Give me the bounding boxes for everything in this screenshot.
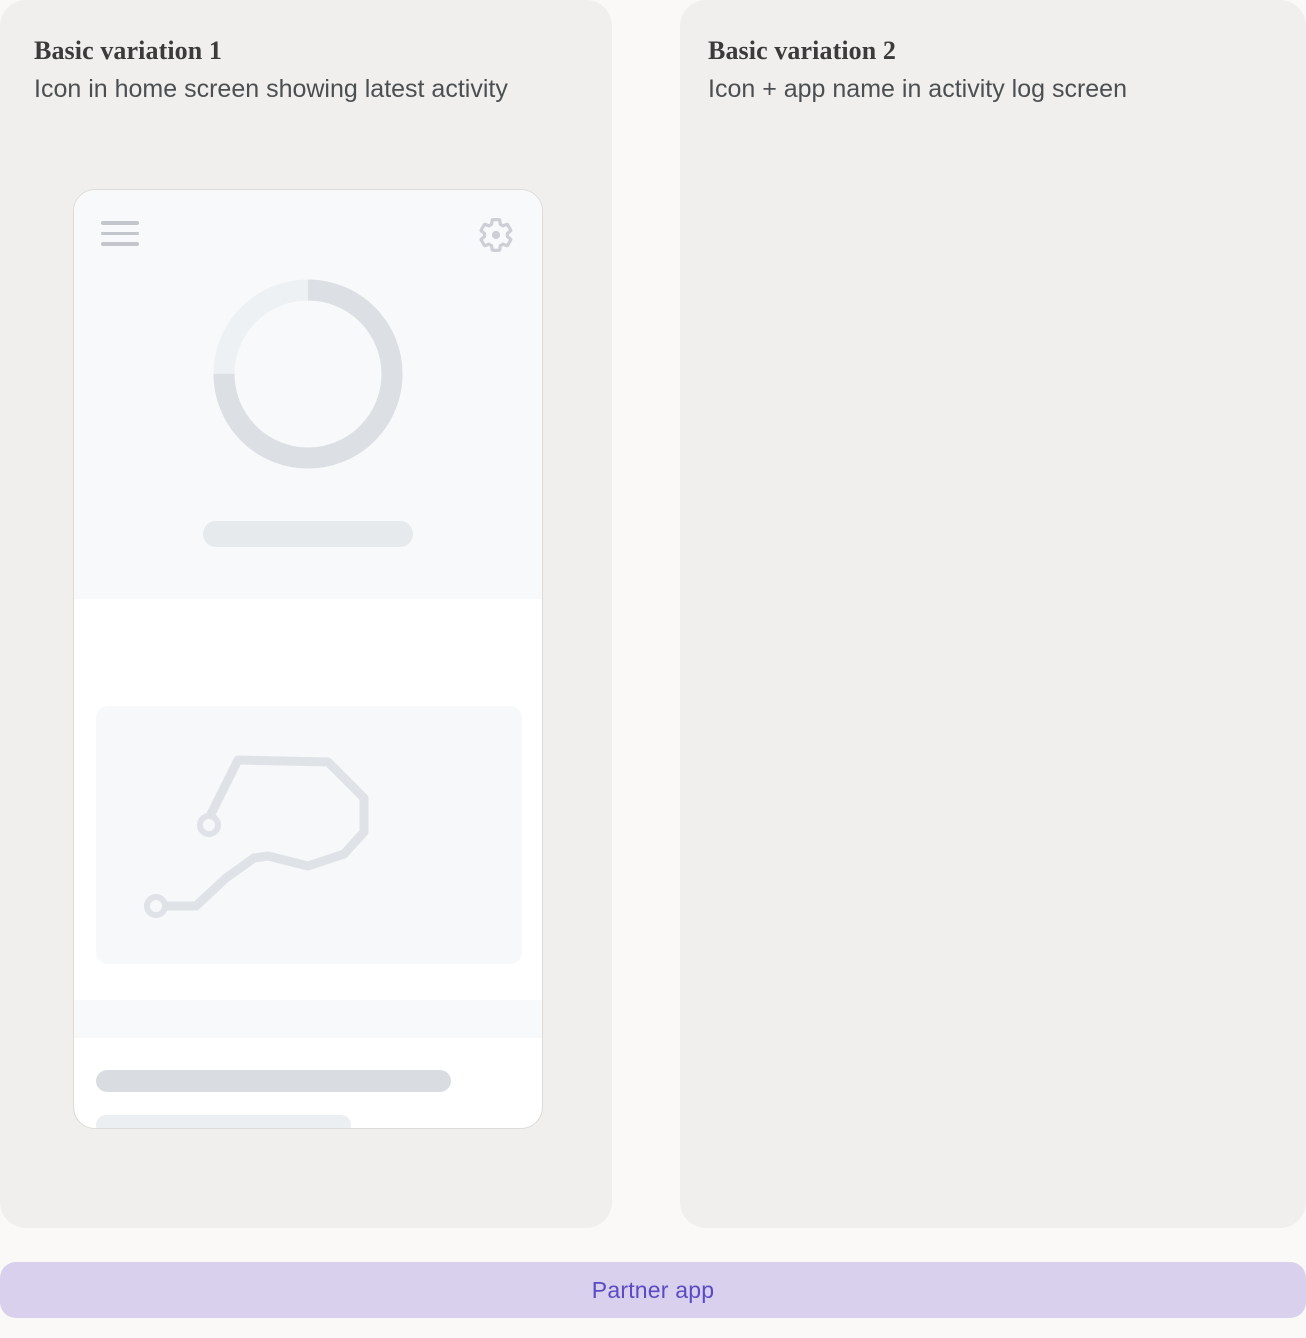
partner-app-label: Partner app	[591, 1276, 715, 1303]
variation-1-subtitle: Icon in home screen showing latest activ…	[34, 75, 508, 103]
route-end-marker	[144, 894, 168, 918]
gear-icon[interactable]	[477, 216, 515, 254]
design-board: Basic variation 1 Icon in home screen sh…	[0, 0, 1306, 1338]
partner-app-bar: Partner app	[0, 1262, 1306, 1318]
variation-1-title: Basic variation 1	[34, 36, 223, 65]
home-hero-section	[74, 190, 542, 599]
variation-1-header: Basic variation 1 Icon in home screen sh…	[34, 34, 508, 106]
variation-2-header: Basic variation 2 Icon + app name in act…	[708, 34, 1127, 106]
variation-panel-2: Basic variation 2 Icon + app name in act…	[680, 0, 1306, 1228]
hero-title-placeholder	[203, 521, 413, 547]
variation-panel-1: Basic variation 1 Icon in home screen sh…	[0, 0, 612, 1228]
variation-2-title: Basic variation 2	[708, 36, 897, 65]
section-divider	[74, 1000, 542, 1038]
route-start-marker	[197, 813, 221, 837]
progress-ring	[208, 274, 408, 474]
route-path-icon	[144, 755, 369, 918]
variation-2-subtitle: Icon + app name in activity log screen	[708, 75, 1127, 103]
hamburger-menu-icon[interactable]	[101, 221, 139, 246]
footer-placeholder-2	[96, 1115, 351, 1128]
phone-mockup-home	[73, 189, 543, 1129]
footer-placeholder-1	[96, 1070, 451, 1092]
route-map[interactable]	[96, 706, 522, 964]
